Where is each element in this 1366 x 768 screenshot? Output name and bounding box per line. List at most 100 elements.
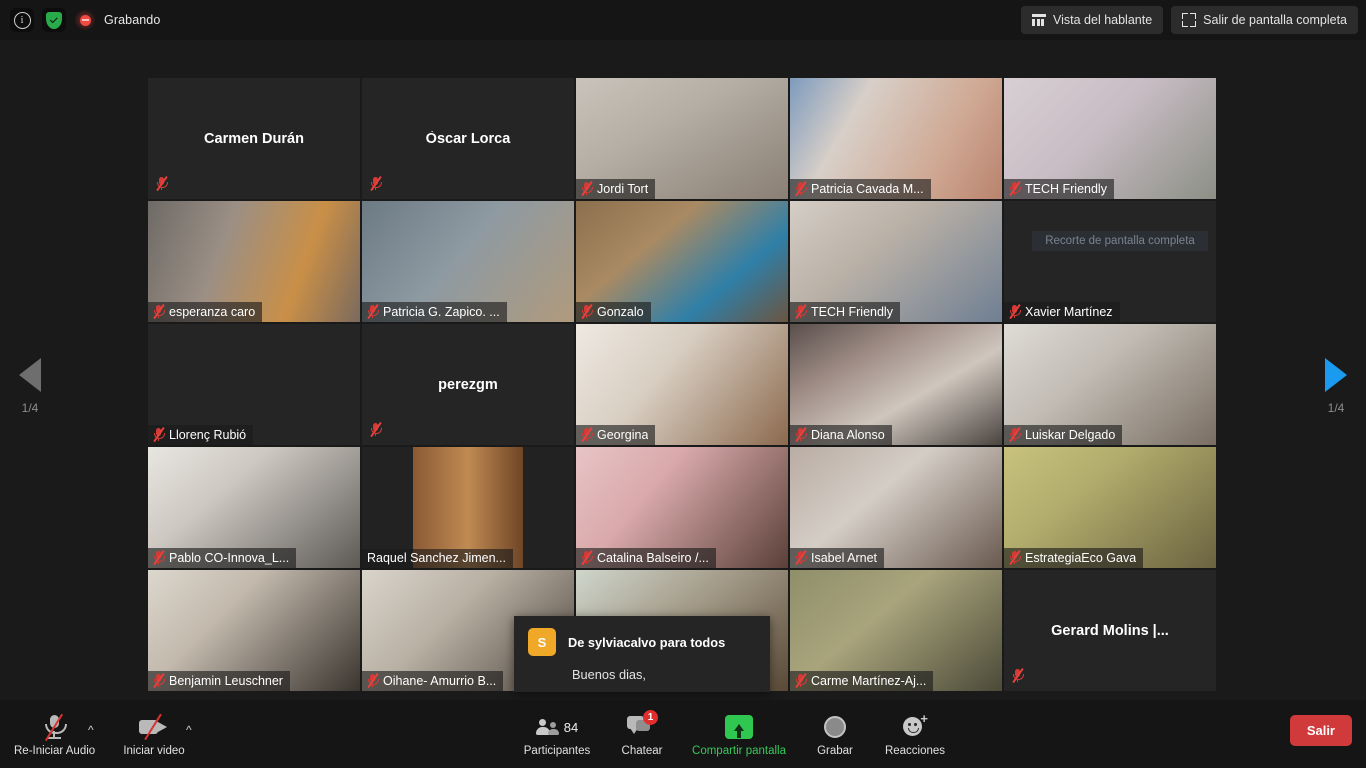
participant-tile[interactable]: Diana Alonso xyxy=(790,324,1002,445)
participant-name-plate: Georgina xyxy=(576,425,656,445)
microphone-muted-icon xyxy=(152,673,165,688)
leave-meeting-button[interactable]: Salir xyxy=(1289,715,1352,746)
microphone-muted-icon xyxy=(580,181,593,196)
participant-tile[interactable]: Carme Martínez-Aj... xyxy=(790,570,1002,691)
participant-tile[interactable]: Òscar Lorca xyxy=(362,78,574,199)
participant-tile[interactable]: Isabel Arnet xyxy=(790,447,1002,568)
chat-toast-title: De sylviacalvo para todos xyxy=(568,634,726,650)
participant-tile[interactable]: Llorenç Rubió xyxy=(148,324,360,445)
participant-name: Gonzalo xyxy=(597,304,644,319)
recording-dot-icon xyxy=(79,14,91,26)
participant-tile[interactable]: esperanza caro xyxy=(148,201,360,322)
participants-label: Participantes xyxy=(523,745,591,757)
chevron-right-icon xyxy=(1325,358,1347,392)
video-grid-row: Pablo CO-Innova_L... Raquel Sanchez Jimen… xyxy=(148,447,1218,569)
microphone-muted-icon xyxy=(1011,668,1024,683)
participant-tile[interactable]: TECH Friendly xyxy=(1004,78,1216,199)
participant-name: Benjamin Leuschner xyxy=(169,673,283,688)
participant-name: Georgina xyxy=(597,427,649,442)
participant-name: Pablo CO-Innova_L... xyxy=(169,550,290,565)
recording-label: Grabando xyxy=(104,13,161,27)
microphone-muted-icon xyxy=(369,176,382,191)
screenshot-tool-overlay: Recorte de pantalla completa xyxy=(1032,231,1208,251)
microphone-muted-icon xyxy=(794,550,807,565)
microphone-muted-icon xyxy=(1008,304,1021,319)
participant-name: perezgm xyxy=(438,376,498,393)
participant-tile[interactable]: Patricia G. Zapico. ... xyxy=(362,201,574,322)
participant-name-plate: Patricia G. Zapico. ... xyxy=(362,302,507,322)
speaker-view-icon xyxy=(1032,14,1046,26)
security-button[interactable] xyxy=(42,8,66,32)
participant-name-plate: TECH Friendly xyxy=(790,302,900,322)
chat-label: Chatear xyxy=(621,745,663,757)
participant-tile[interactable]: Patricia Cavada M... xyxy=(790,78,1002,199)
participant-tile[interactable]: Pablo CO-Innova_L... xyxy=(148,447,360,568)
participant-tile[interactable]: Jordi Tort xyxy=(576,78,788,199)
meeting-info-button[interactable]: i xyxy=(10,8,34,32)
microphone-muted-icon xyxy=(152,550,165,565)
top-bar-left-group: i Grabando xyxy=(10,8,160,32)
reactions-button[interactable]: + Reacciones xyxy=(872,712,958,757)
participant-name: Òscar Lorca xyxy=(425,130,511,147)
participant-tile[interactable]: Luiskar Delgado xyxy=(1004,324,1216,445)
recording-indicator-icon[interactable] xyxy=(74,9,96,31)
microphone-muted-icon xyxy=(14,712,94,742)
record-label: Grabar xyxy=(817,745,853,757)
participant-name-plate: Carme Martínez-Aj... xyxy=(790,671,934,691)
participant-name-plate: esperanza caro xyxy=(148,302,263,322)
page-indicator-right: 1/4 xyxy=(1327,401,1345,415)
toggle-video-button[interactable]: Iniciar video xyxy=(116,712,192,757)
participant-tile[interactable]: Carmen Durán xyxy=(148,78,360,199)
chat-notification-toast[interactable]: S De sylviacalvo para todos Buenos dias, xyxy=(514,616,770,692)
video-grid-row: Carmen Durán Òscar Lorca Jordi Tort Patrici… xyxy=(148,78,1218,200)
participant-name: Xavier Martínez xyxy=(1025,304,1113,319)
participant-tile[interactable]: Catalina Balseiro /... xyxy=(576,447,788,568)
participant-name-plate: Oihane- Amurrio B... xyxy=(362,671,504,691)
microphone-muted-icon xyxy=(1008,550,1021,565)
participant-tile[interactable]: EstrategiaEco Gava xyxy=(1004,447,1216,568)
participant-name: Jordi Tort xyxy=(597,181,649,196)
exit-fullscreen-icon xyxy=(1182,13,1197,27)
previous-page-button[interactable]: 1/4 xyxy=(0,358,60,415)
participant-name-plate: EstrategiaEco Gava xyxy=(1004,548,1144,568)
participant-name: Carme Martínez-Aj... xyxy=(811,673,927,688)
speaker-view-label: Vista del hablante xyxy=(1053,13,1153,27)
participant-tile[interactable]: Gerard Molins |... xyxy=(1004,570,1216,691)
participant-name-plate: Catalina Balseiro /... xyxy=(576,548,716,568)
speaker-view-button[interactable]: Vista del hablante xyxy=(1021,6,1164,34)
participant-name-plate: Gonzalo xyxy=(576,302,651,322)
participant-tile[interactable]: TECH Friendly xyxy=(790,201,1002,322)
participant-tile[interactable]: Benjamin Leuschner xyxy=(148,570,360,691)
microphone-muted-icon xyxy=(1008,427,1021,442)
participant-name: Llorenç Rubió xyxy=(169,427,247,442)
participant-name-plate: Raquel Sanchez Jimen... xyxy=(362,549,513,568)
chat-toast-header: S De sylviacalvo para todos xyxy=(528,628,756,656)
audio-options-chevron-icon[interactable]: ^ xyxy=(88,723,94,737)
chat-unread-badge: 1 xyxy=(643,710,658,725)
exit-fullscreen-button[interactable]: Salir de pantalla completa xyxy=(1171,6,1358,34)
video-options-chevron-icon[interactable]: ^ xyxy=(186,723,192,737)
participant-tile[interactable]: Gonzalo xyxy=(576,201,788,322)
microphone-muted-icon xyxy=(366,304,379,319)
participants-button[interactable]: 84 Participantes xyxy=(517,712,597,757)
chat-button[interactable]: 1 Chatear xyxy=(607,710,677,757)
top-bar: i Grabando Vista del hablante Salir de p… xyxy=(0,0,1366,40)
video-grid-row: esperanza caro Patricia G. Zapico. ... Gon… xyxy=(148,201,1218,323)
participant-name: Diana Alonso xyxy=(811,427,885,442)
participant-name: Patricia G. Zapico. ... xyxy=(383,304,500,319)
participant-tile[interactable]: Georgina xyxy=(576,324,788,445)
participant-tile[interactable]: Raquel Sanchez Jimen... xyxy=(362,447,574,568)
participant-tile[interactable]: perezgm xyxy=(362,324,574,445)
next-page-button[interactable]: 1/4 xyxy=(1306,358,1366,415)
microphone-muted-icon xyxy=(794,673,807,688)
microphone-muted-icon xyxy=(580,550,593,565)
video-label: Iniciar video xyxy=(123,745,185,757)
toggle-audio-button[interactable]: Re-Iniciar Audio xyxy=(14,712,95,757)
reactions-label: Reacciones xyxy=(884,745,946,757)
participant-name-plate: Jordi Tort xyxy=(576,179,656,199)
video-grid-row: Llorenç Rubió perezgm Georgina Diana Alonso… xyxy=(148,324,1218,446)
participant-tile[interactable]: Recorte de pantalla completa Xavier Martí… xyxy=(1004,201,1216,322)
record-circle-icon xyxy=(800,712,870,742)
record-button[interactable]: Grabar xyxy=(800,712,870,757)
share-screen-button[interactable]: Compartir pantalla xyxy=(679,712,799,757)
